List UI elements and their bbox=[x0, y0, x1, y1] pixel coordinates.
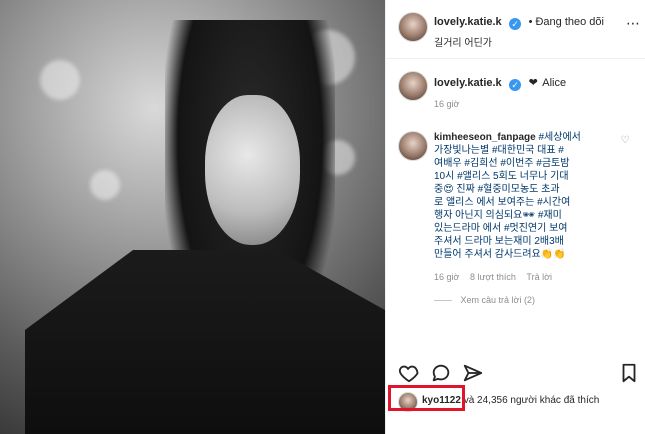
comment-line[interactable]: 있는드라마 에서 #멋진연기 보여 bbox=[434, 222, 618, 235]
caption-username[interactable]: lovely.katie.k bbox=[434, 77, 502, 89]
location[interactable]: 길거리 어딘가 bbox=[434, 34, 624, 49]
comment-line[interactable]: 가장빛나는별 #대한민국 대표 # bbox=[434, 144, 618, 157]
post-photo bbox=[0, 0, 385, 434]
comment-line[interactable]: 주셔서 드라마 보는재미 2배3배 bbox=[434, 235, 618, 248]
comment-line[interactable]: 행자 아닌지 의심되요🕶 #재미 bbox=[434, 209, 618, 222]
caption: lovely.katie.k ✓ ❤ Alice 16 giờ bbox=[386, 59, 645, 114]
post-side-panel: lovely.katie.k ✓ • Đang theo dõi 길거리 어딘가… bbox=[385, 0, 645, 434]
comment: kimheeseon_fanpage #세상에서 가장빛나는별 #대한민국 대표… bbox=[386, 125, 645, 355]
caption-avatar[interactable] bbox=[398, 71, 428, 101]
likes-rest[interactable]: và 24,356 người khác đã thích bbox=[464, 395, 600, 406]
caption-body: Alice bbox=[542, 77, 567, 89]
comment-line[interactable]: #세상에서 bbox=[539, 132, 581, 143]
comment-reply-button[interactable]: Trả lời bbox=[526, 272, 552, 282]
heart-outline-icon[interactable] bbox=[398, 362, 420, 384]
caption-time[interactable]: 16 giờ bbox=[434, 99, 566, 109]
follow-state[interactable]: • Đang theo dõi bbox=[529, 16, 604, 28]
comment-time[interactable]: 16 giờ bbox=[434, 272, 459, 282]
bokeh-light bbox=[90, 170, 120, 200]
black-heart-icon: ❤ bbox=[528, 77, 538, 89]
comments-section: lovely.katie.k ✓ ❤ Alice 16 giờ kimheese… bbox=[386, 59, 645, 355]
verified-badge-icon: ✓ bbox=[509, 18, 522, 30]
post-header: lovely.katie.k ✓ • Đang theo dõi 길거리 어딘가… bbox=[386, 0, 645, 59]
verified-badge-icon: ✓ bbox=[509, 79, 522, 91]
comment-likes[interactable]: 8 lượt thích bbox=[470, 272, 516, 282]
bookmark-icon[interactable] bbox=[618, 362, 640, 384]
comment-line[interactable]: 로 앨리스 에서 보여주는 #시간여 bbox=[434, 196, 618, 209]
header-username[interactable]: lovely.katie.k bbox=[434, 16, 502, 28]
comment-icon[interactable] bbox=[430, 362, 452, 384]
highlight-box bbox=[388, 385, 465, 411]
comment-body: kimheeseon_fanpage #세상에서 가장빛나는별 #대한민국 대표… bbox=[434, 131, 618, 307]
view-replies-label[interactable]: Xem câu trả lời (2) bbox=[461, 295, 535, 305]
comment-line[interactable]: 10시 #앨리스 5회도 너무나 기대 bbox=[434, 170, 618, 183]
bokeh-light bbox=[40, 60, 80, 100]
comment-meta: 16 giờ 8 lượt thích Trả lời bbox=[434, 271, 618, 284]
comment-like-icon[interactable]: ♡ bbox=[619, 135, 631, 147]
caption-text: lovely.katie.k ✓ ❤ Alice 16 giờ bbox=[434, 73, 566, 109]
view-replies[interactable]: Xem câu trả lời (2) bbox=[434, 294, 618, 307]
header-avatar[interactable] bbox=[398, 12, 428, 42]
share-icon[interactable] bbox=[462, 362, 484, 384]
face bbox=[205, 95, 300, 245]
comment-line[interactable]: 만들어 주셔서 감사드려요👏👏 bbox=[434, 248, 618, 261]
comment-line[interactable]: 중😍 진짜 #혈중미모농도 초과 bbox=[434, 183, 618, 196]
replies-divider bbox=[434, 300, 452, 302]
comment-username[interactable]: kimheeseon_fanpage bbox=[434, 132, 536, 143]
comment-avatar[interactable] bbox=[398, 131, 428, 161]
header-text: lovely.katie.k ✓ • Đang theo dõi 길거리 어딘가 bbox=[434, 12, 624, 49]
comment-line[interactable]: 여배우 #김희선 #이번주 #금토밤 bbox=[434, 157, 618, 170]
more-icon[interactable]: ⋯ bbox=[624, 14, 642, 32]
